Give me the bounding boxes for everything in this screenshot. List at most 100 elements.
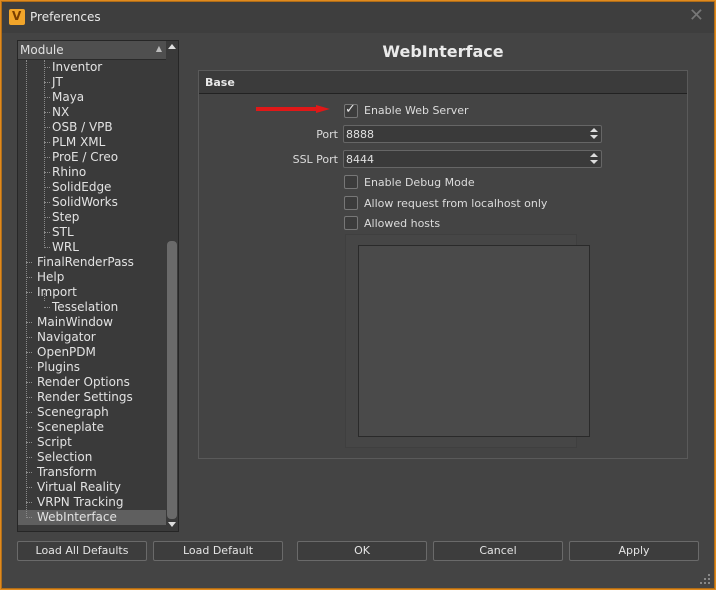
tree-item[interactable]: ProE / Creo	[18, 150, 166, 165]
tree-item-label: Selection	[37, 450, 93, 464]
tree-item[interactable]: WebInterface	[18, 510, 166, 525]
debug-mode-checkbox[interactable]	[344, 175, 358, 189]
tree-item[interactable]: Virtual Reality	[18, 480, 166, 495]
allowed-hosts-list[interactable]	[358, 245, 590, 437]
tree-item-label: Sceneplate	[37, 420, 104, 434]
page-title: WebInterface	[382, 42, 504, 61]
tree-item[interactable]: VRPN Tracking	[18, 495, 166, 510]
tree-item-label: Rhino	[52, 165, 87, 179]
spin-arrows-icon[interactable]	[590, 153, 598, 165]
tree-item[interactable]: JT	[18, 75, 166, 90]
module-tree[interactable]: Module ▲ Inventor JT Maya NX OSB / VPB PLM XM…	[17, 40, 179, 532]
allowed-hosts-label: Allowed hosts	[364, 217, 441, 230]
tree-item-label: Render Settings	[37, 390, 133, 404]
debug-mode-label: Enable Debug Mode	[364, 176, 475, 189]
enable-web-server-checkbox[interactable]	[344, 102, 358, 118]
tree-item-label: FinalRenderPass	[37, 255, 134, 269]
tree-item-label: Navigator	[37, 330, 96, 344]
tree-item[interactable]: Render Options	[18, 375, 166, 390]
tree-item[interactable]: WRL	[18, 240, 166, 255]
sort-up-icon: ▲	[155, 44, 162, 53]
tree-item[interactable]: OpenPDM	[18, 345, 166, 360]
app-logo-icon	[9, 9, 25, 25]
tree-item[interactable]: Navigator	[18, 330, 166, 345]
allowed-hosts-checkbox[interactable]	[344, 216, 358, 230]
tree-item-label: Inventor	[52, 60, 103, 74]
tree-item-label: OpenPDM	[37, 345, 96, 359]
tree-item[interactable]: Sceneplate	[18, 420, 166, 435]
resize-grip-icon[interactable]	[700, 574, 710, 584]
tree-item[interactable]: Script	[18, 435, 166, 450]
tree-item[interactable]: Rhino	[18, 165, 166, 180]
close-icon[interactable]: ✕	[689, 7, 704, 25]
spin-arrows-icon[interactable]	[590, 128, 598, 140]
port-spinbox[interactable]	[343, 125, 602, 143]
group-header: Base	[199, 71, 687, 94]
tree-header-label: Module	[20, 43, 64, 57]
tree-item-label: OSB / VPB	[52, 120, 113, 134]
tree-item[interactable]: PLM XML	[18, 135, 166, 150]
tree-items: Inventor JT Maya NX OSB / VPB PLM XML ProE / C…	[18, 60, 166, 525]
tree-item-label: VRPN Tracking	[37, 495, 124, 509]
tree-item[interactable]: MainWindow	[18, 315, 166, 330]
tree-item-label: Help	[37, 270, 65, 284]
tree-item-label: Tesselation	[52, 300, 119, 314]
tree-scrollbar[interactable]	[166, 41, 178, 531]
ok-button[interactable]: OK	[297, 541, 427, 561]
tree-item-label: STL	[52, 225, 74, 239]
tree-item-label: WebInterface	[37, 510, 117, 524]
tree-item-label: SolidWorks	[52, 195, 118, 209]
tree-item[interactable]: Scenegraph	[18, 405, 166, 420]
tree-item-label: JT	[52, 75, 63, 89]
localhost-only-checkbox[interactable]	[344, 196, 358, 210]
tree-item-label: NX	[52, 105, 70, 119]
tree-item-label: Render Options	[37, 375, 130, 389]
tree-item[interactable]: SolidEdge	[18, 180, 166, 195]
tree-item[interactable]: Help	[18, 270, 166, 285]
ssl-port-spinbox[interactable]	[343, 150, 602, 168]
group-title: Base	[205, 76, 235, 89]
tree-item[interactable]: Selection	[18, 450, 166, 465]
tree-item-label: Scenegraph	[37, 405, 109, 419]
tree-item[interactable]: NX	[18, 105, 166, 120]
tree-item[interactable]: Step	[18, 210, 166, 225]
window-title: Preferences	[30, 10, 101, 24]
tree-item[interactable]: Maya	[18, 90, 166, 105]
load-default-button[interactable]: Load Default	[153, 541, 283, 561]
tree-item[interactable]: SolidWorks	[18, 195, 166, 210]
apply-button[interactable]: Apply	[569, 541, 699, 561]
tree-item[interactable]: Import	[18, 285, 166, 300]
tree-item-label: WRL	[52, 240, 79, 254]
tree-item[interactable]: FinalRenderPass	[18, 255, 166, 270]
tree-header[interactable]: Module ▲	[18, 41, 166, 60]
tree-item-label: Script	[37, 435, 72, 449]
tree-item[interactable]: Render Settings	[18, 390, 166, 405]
tree-item[interactable]: Tesselation	[18, 300, 166, 315]
tree-item[interactable]: Plugins	[18, 360, 166, 375]
cancel-button[interactable]: Cancel	[433, 541, 563, 561]
localhost-only-label: Allow request from localhost only	[364, 197, 548, 210]
load-all-defaults-button[interactable]: Load All Defaults	[17, 541, 147, 561]
tree-guide-line	[26, 60, 27, 518]
tree-item[interactable]: Inventor	[18, 60, 166, 75]
port-input[interactable]	[346, 127, 576, 141]
ssl-port-label: SSL Port	[292, 153, 338, 166]
scroll-up-icon[interactable]	[168, 44, 176, 49]
port-label: Port	[316, 128, 338, 141]
tree-item[interactable]: STL	[18, 225, 166, 240]
ssl-port-input[interactable]	[346, 152, 576, 166]
tree-item-label: SolidEdge	[52, 180, 112, 194]
tree-item-label: Virtual Reality	[37, 480, 122, 494]
tree-item-label: Import	[37, 285, 77, 299]
tree-item-label: Step	[52, 210, 80, 224]
tree-item[interactable]: Transform	[18, 465, 166, 480]
scroll-down-icon[interactable]	[168, 522, 176, 527]
tree-item-label: ProE / Creo	[52, 150, 119, 164]
enable-web-server-label: Enable Web Server	[364, 104, 469, 117]
scroll-thumb[interactable]	[167, 241, 177, 519]
tree-guide-line	[44, 293, 45, 301]
tree-item-label: Transform	[37, 465, 97, 479]
title-bar[interactable]: Preferences ✕	[2, 2, 714, 33]
tree-item[interactable]: OSB / VPB	[18, 120, 166, 135]
tree-guide-line	[44, 60, 45, 248]
